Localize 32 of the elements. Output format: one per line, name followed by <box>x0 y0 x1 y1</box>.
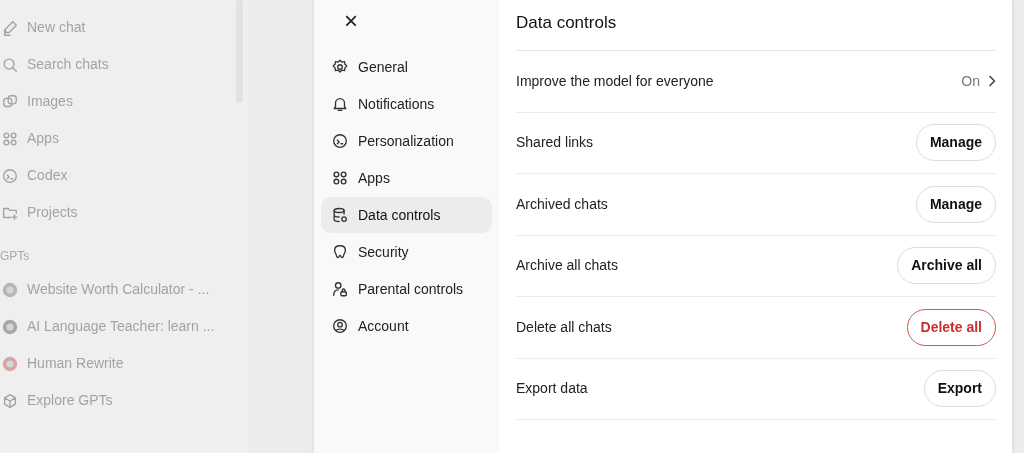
gpt-avatar-icon <box>1 280 19 299</box>
settings-nav-item[interactable]: General <box>321 49 492 85</box>
terminal-icon <box>331 132 349 150</box>
section-title: GPTs <box>0 248 31 262</box>
setting-label: Export data <box>516 379 588 399</box>
gpt-avatar-icon <box>1 354 19 373</box>
edit-icon <box>1 18 19 37</box>
dialog-title: Data controls <box>516 0 996 51</box>
gpt-avatar-icon <box>1 317 19 336</box>
cube-icon <box>1 391 19 410</box>
grid-icon <box>331 169 349 187</box>
settings-nav-item[interactable]: Data controls <box>321 197 492 233</box>
grid-icon <box>1 129 19 148</box>
person-lock-icon <box>331 280 349 298</box>
setting-label: Archived chats <box>516 194 608 214</box>
terminal-icon <box>1 166 19 185</box>
settings-nav-item[interactable]: Notifications <box>321 86 492 122</box>
chevron-right-icon <box>988 75 996 88</box>
settings-nav-item[interactable]: Security <box>321 234 492 270</box>
account-icon <box>331 317 349 335</box>
bell-icon <box>331 95 349 113</box>
setting-label: Shared links <box>516 133 594 153</box>
setting-value-link[interactable]: On <box>961 70 996 92</box>
settings-nav-item[interactable]: Parental controls <box>321 271 492 307</box>
settings-nav-item[interactable]: Apps <box>321 160 492 196</box>
setting-label: Delete all chats <box>516 317 612 337</box>
database-icon <box>331 206 349 224</box>
settings-nav-item[interactable]: Account <box>321 308 492 344</box>
setting-label: Archive all chats <box>516 256 618 276</box>
close-button[interactable]: × <box>339 8 363 34</box>
settings-nav-item[interactable]: Personalization <box>321 123 492 159</box>
setting-label: Improve the model for everyone <box>516 71 714 91</box>
